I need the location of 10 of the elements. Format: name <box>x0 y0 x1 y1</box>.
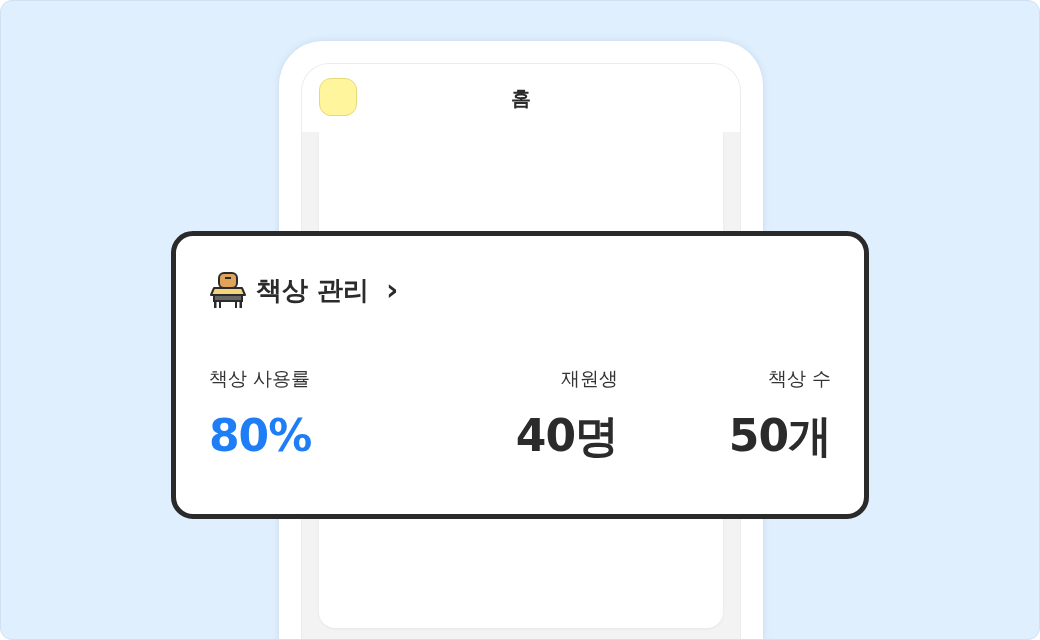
stat-value: 40명 <box>515 412 618 461</box>
chevron-icon[interactable]: › <box>386 275 399 305</box>
screen-title: 홈 <box>511 84 531 112</box>
stat-label: 책상 사용률 <box>209 366 312 391</box>
card-title-link[interactable]: 책상 관리 <box>256 272 370 308</box>
stat-label: 재원생 <box>561 366 618 391</box>
stat-value: 80% <box>209 412 313 461</box>
desk-chair-icon <box>209 272 247 308</box>
stat-value: 50개 <box>728 412 831 461</box>
stat-label: 책상 수 <box>767 366 831 391</box>
